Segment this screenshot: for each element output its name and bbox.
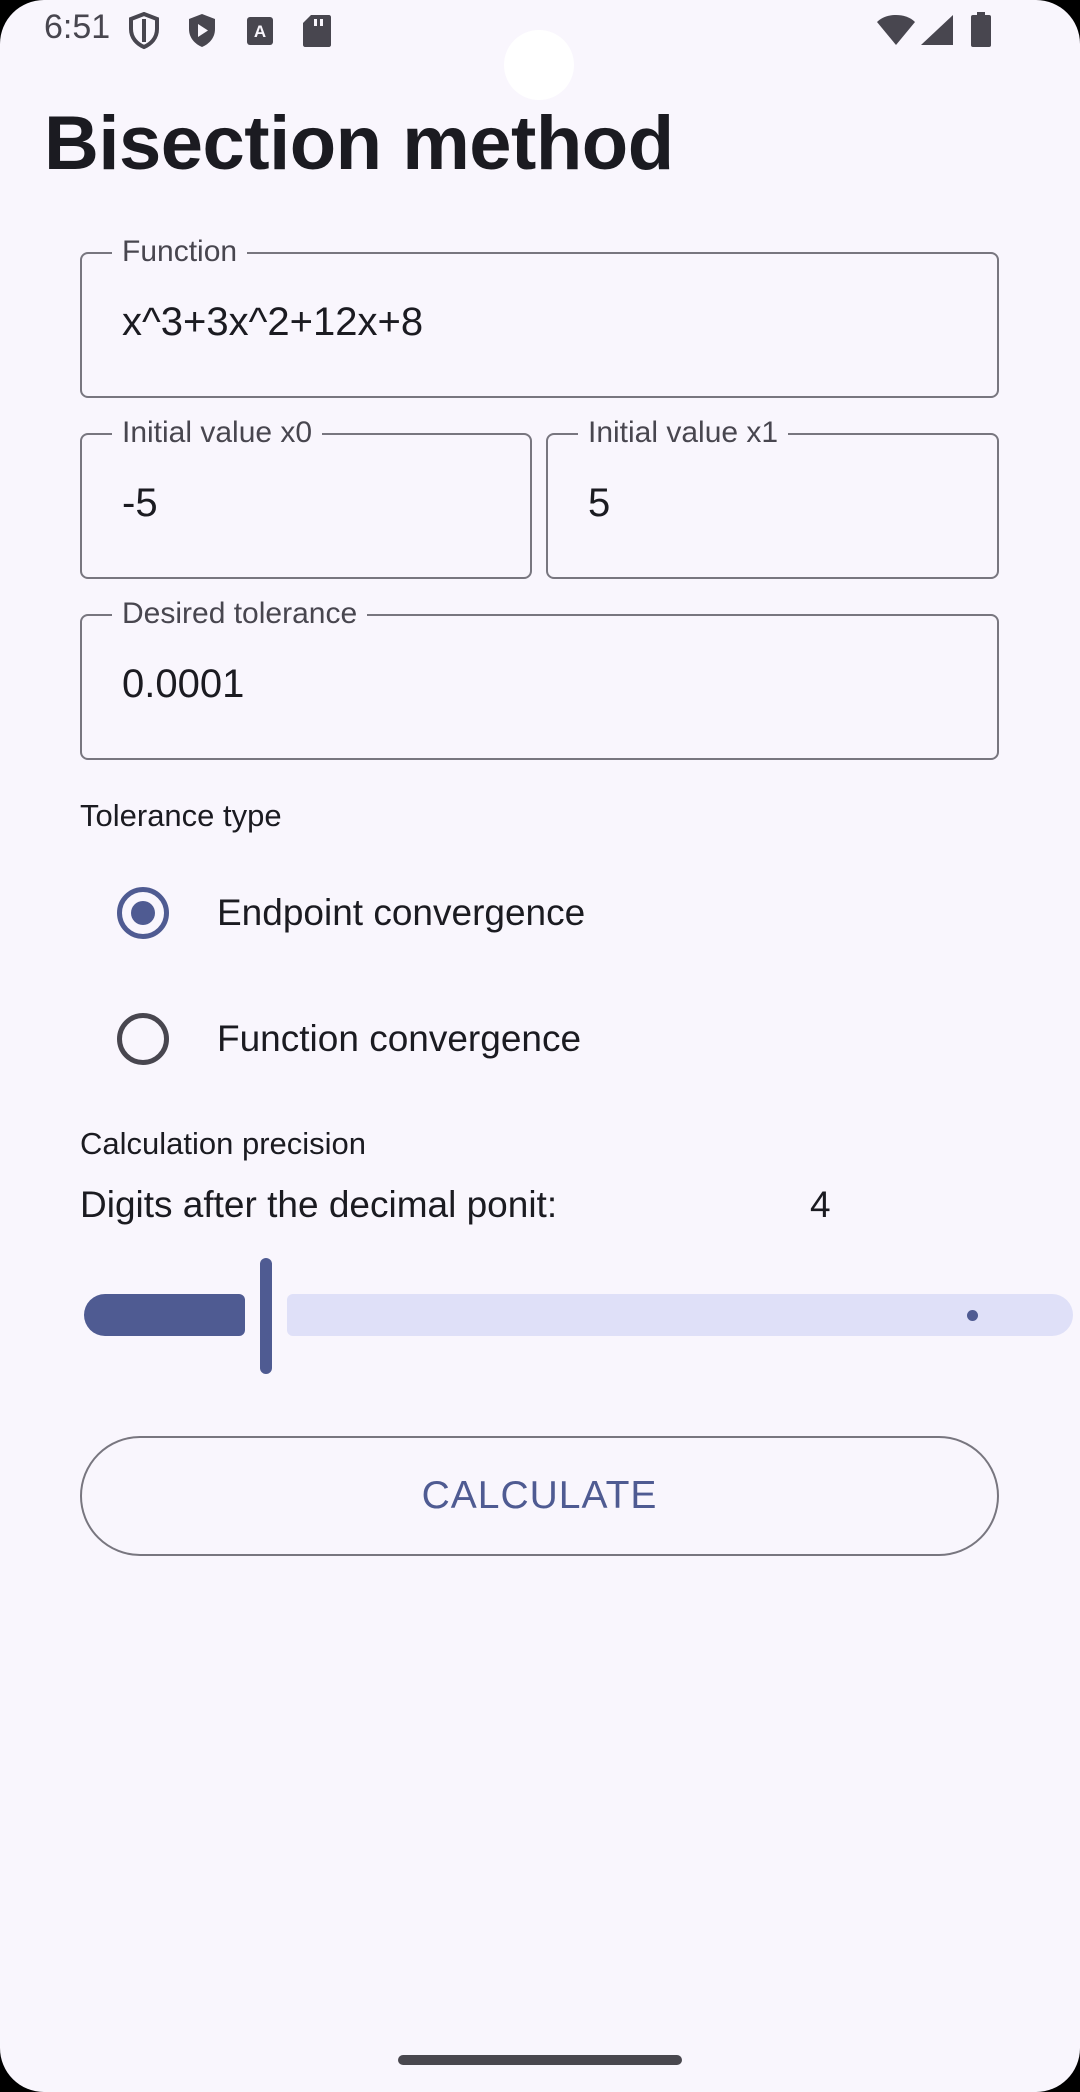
calculate-button[interactable]: CALCULATE [80, 1436, 999, 1556]
initial-value-x0-label: Initial value x0 [112, 415, 323, 451]
slider-stop-indicator [967, 1310, 978, 1321]
sd-card-icon [302, 14, 332, 53]
slider-inactive-track[interactable] [287, 1294, 1073, 1336]
battery-icon [970, 12, 992, 53]
play-protect-icon [186, 12, 218, 55]
wifi-icon [876, 14, 916, 51]
function-field[interactable]: Function x^3+3x^2+12x+8 [80, 234, 999, 398]
desired-tolerance-input[interactable]: 0.0001 [122, 662, 244, 707]
initial-value-x1-input[interactable]: 5 [588, 481, 610, 526]
radio-endpoint-convergence-label: Endpoint convergence [217, 892, 586, 933]
radio-function-convergence[interactable]: Function convergence [80, 984, 1000, 1094]
status-time: 6:51 [44, 8, 111, 46]
radio-function-convergence-label: Function convergence [217, 1018, 582, 1059]
slider-thumb[interactable] [260, 1258, 272, 1374]
radio-unchecked-icon[interactable] [117, 1013, 169, 1065]
gesture-nav-handle[interactable] [398, 2055, 682, 2065]
camera-cutout [504, 30, 574, 100]
calculation-precision-label: Calculation precision [80, 1126, 367, 1161]
radio-endpoint-convergence[interactable]: Endpoint convergence [80, 858, 1000, 968]
shield-outline-icon [128, 11, 160, 55]
initial-value-x0-input[interactable]: -5 [122, 481, 158, 526]
svg-text:A: A [254, 22, 266, 41]
cellular-signal-icon [920, 14, 954, 51]
function-field-label: Function [112, 234, 248, 270]
initial-value-x1-field[interactable]: Initial value x1 5 [546, 415, 999, 579]
page-title: Bisection method [44, 101, 674, 186]
font-a-icon: A [246, 16, 274, 51]
initial-value-x1-label: Initial value x1 [578, 415, 789, 451]
desired-tolerance-label: Desired tolerance [112, 596, 368, 632]
slider-active-track[interactable] [84, 1294, 245, 1336]
digits-label: Digits after the decimal ponit: [80, 1184, 558, 1225]
desired-tolerance-field[interactable]: Desired tolerance 0.0001 [80, 596, 999, 760]
radio-checked-icon[interactable] [117, 887, 169, 939]
function-input[interactable]: x^3+3x^2+12x+8 [122, 300, 423, 345]
calculate-button-label: CALCULATE [421, 1474, 658, 1517]
radio-dot [131, 901, 155, 925]
digits-value: 4 [810, 1184, 831, 1225]
app-screen: 6:51 A Bisection method Function x^3+3x^… [0, 0, 1080, 2092]
precision-slider[interactable] [80, 1250, 1073, 1374]
tolerance-type-label: Tolerance type [80, 798, 282, 833]
initial-value-x0-field[interactable]: Initial value x0 -5 [80, 415, 532, 579]
